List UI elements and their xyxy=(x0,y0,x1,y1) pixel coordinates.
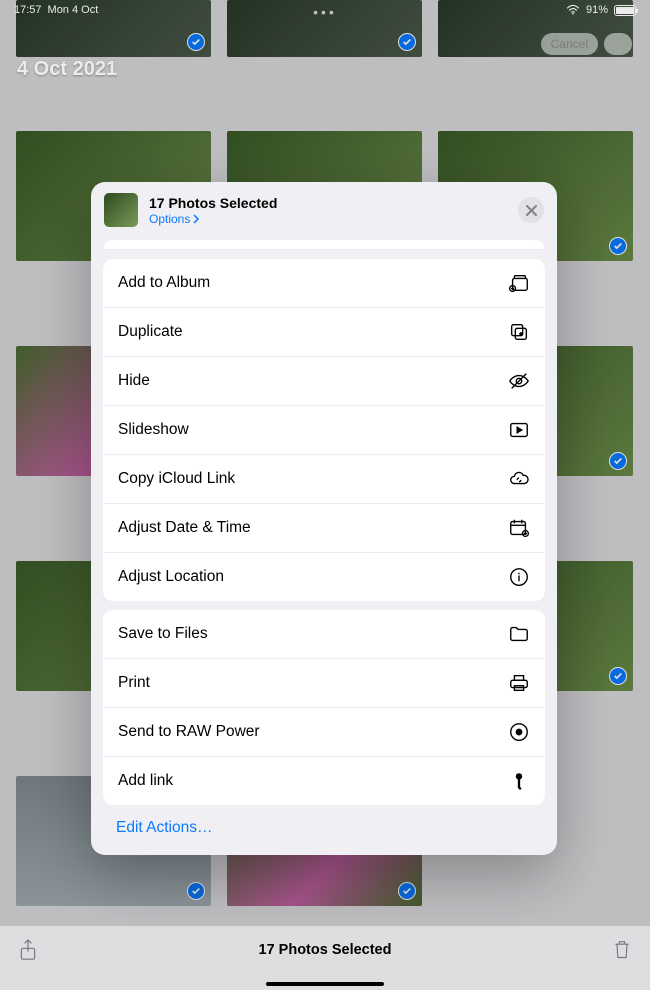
share-sheet: 17 Photos Selected Options Add to Album … xyxy=(91,182,557,855)
action-adjust-location[interactable]: Adjust Location xyxy=(103,552,545,601)
printer-icon xyxy=(508,672,530,694)
album-add-icon xyxy=(508,272,530,294)
action-group-2: Save to Files Print Send to RAW Power Ad… xyxy=(103,610,545,805)
action-save-to-files[interactable]: Save to Files xyxy=(103,610,545,658)
key-icon xyxy=(508,770,530,792)
info-circle-icon xyxy=(508,566,530,588)
action-slideshow[interactable]: Slideshow xyxy=(103,405,545,454)
play-rect-icon xyxy=(508,419,530,441)
sheet-options-button[interactable]: Options xyxy=(149,212,507,226)
action-group-1: Add to Album Duplicate Hide Slideshow Co… xyxy=(103,259,545,601)
action-print[interactable]: Print xyxy=(103,658,545,707)
sheet-title: 17 Photos Selected xyxy=(149,195,507,211)
folder-icon xyxy=(508,623,530,645)
action-adjust-date-time[interactable]: Adjust Date & Time xyxy=(103,503,545,552)
action-copy-icloud-link[interactable]: Copy iCloud Link xyxy=(103,454,545,503)
calendar-adjust-icon xyxy=(508,517,530,539)
duplicate-icon xyxy=(508,321,530,343)
edit-actions-button[interactable]: Edit Actions… xyxy=(91,805,557,855)
chevron-right-icon xyxy=(192,214,200,224)
aperture-icon xyxy=(508,721,530,743)
action-duplicate[interactable]: Duplicate xyxy=(103,307,545,356)
eye-slash-icon xyxy=(508,370,530,392)
action-add-to-album[interactable]: Add to Album xyxy=(103,259,545,307)
close-button[interactable] xyxy=(518,197,544,223)
close-icon xyxy=(526,205,537,216)
action-hide[interactable]: Hide xyxy=(103,356,545,405)
action-send-to-raw-power[interactable]: Send to RAW Power xyxy=(103,707,545,756)
cloud-link-icon xyxy=(508,468,530,490)
selection-thumbnail xyxy=(104,193,138,227)
action-add-link[interactable]: Add link xyxy=(103,756,545,805)
